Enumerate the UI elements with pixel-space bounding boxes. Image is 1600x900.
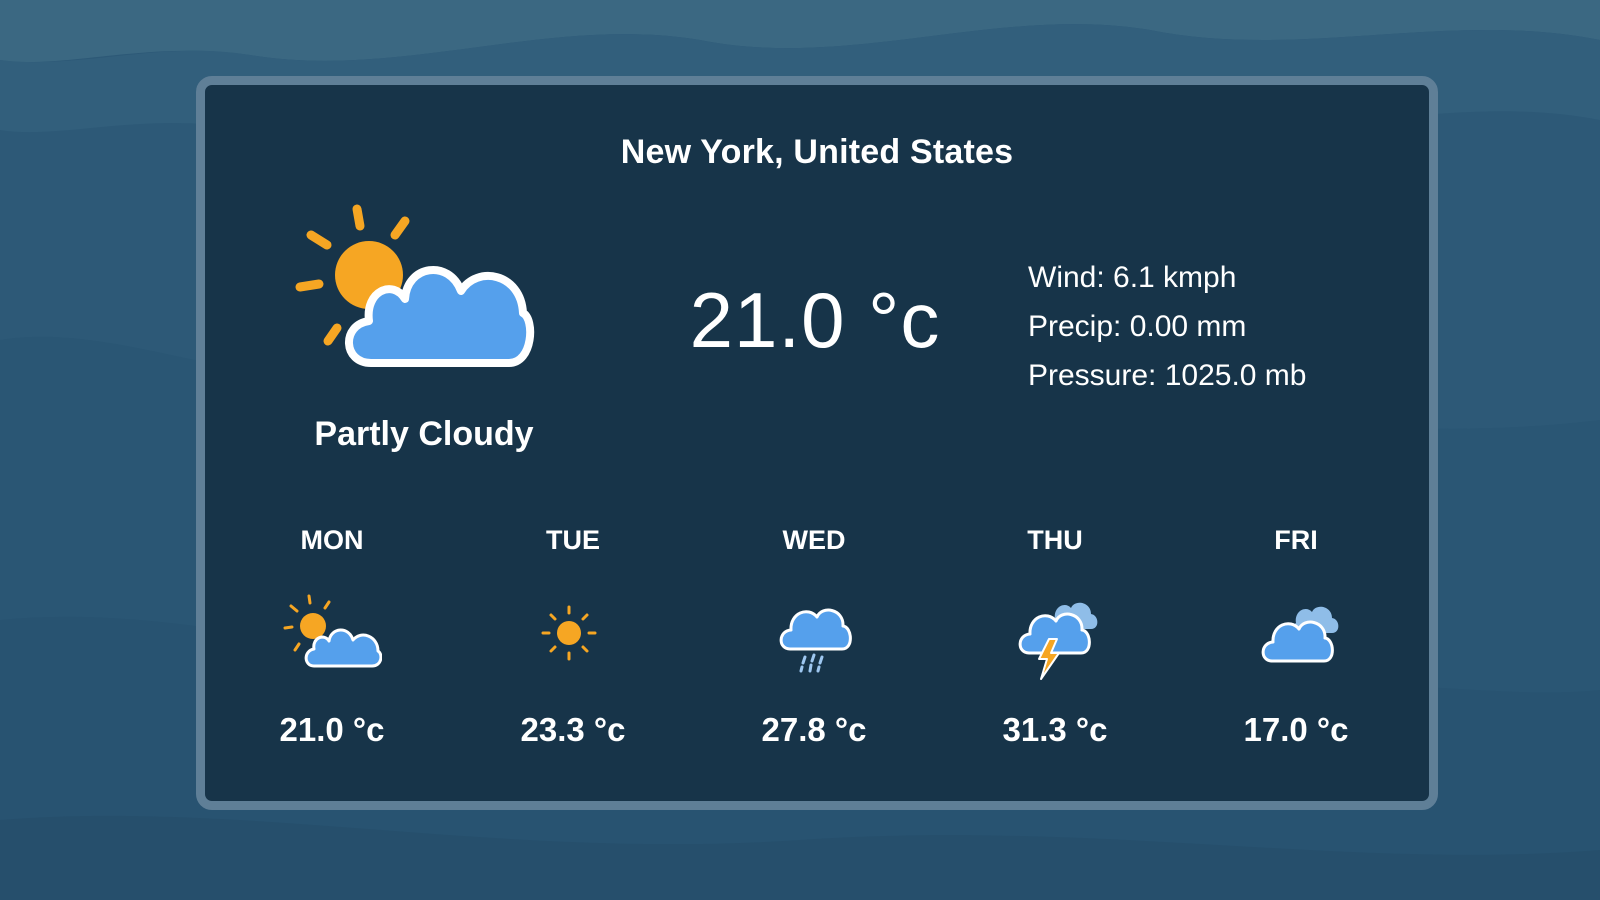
- forecast-day-name: WED: [782, 525, 846, 555]
- weather-details: Wind: 6.1 kmph Precip: 0.00 mm Pressure:…: [1028, 253, 1306, 400]
- forecast-day-name: THU: [1027, 525, 1083, 555]
- sunny-icon: [541, 605, 597, 661]
- forecast-temp: 23.3 °c: [520, 711, 626, 748]
- condition-label: Partly Cloudy: [314, 415, 534, 453]
- forecast-day-name: TUE: [546, 525, 600, 555]
- forecast-temp: 31.3 °c: [1002, 711, 1108, 748]
- forecast-day-fri: FRI 17.0 °c: [1186, 525, 1406, 775]
- cloudy-icon: [1261, 606, 1339, 663]
- forecast-temp: 17.0 °c: [1243, 711, 1349, 748]
- forecast-day-name: MON: [300, 525, 364, 555]
- partly-cloudy-icon: [295, 204, 535, 367]
- pressure-value: Pressure: 1025.0 mb: [1028, 359, 1307, 392]
- forecast-day-thu: THU 31.3 °c: [945, 525, 1165, 775]
- weather-card: New York, United States Partly Cloudy 21…: [196, 76, 1438, 810]
- forecast-temp: 21.0 °c: [279, 711, 385, 748]
- forecast-day-wed: WED 27.8 °c: [704, 525, 924, 775]
- rain-icon: [779, 608, 852, 673]
- forecast-day-tue: TUE 23.3 °c: [463, 525, 683, 775]
- forecast-temp: 27.8 °c: [761, 711, 867, 748]
- current-temperature: 21.0 °c: [689, 276, 941, 364]
- forecast-row: MON 21.0 °c TUE 23.3 °c WED 27.8 °c THU …: [205, 525, 1429, 775]
- precip-value: Precip: 0.00 mm: [1028, 310, 1247, 343]
- forecast-day-name: FRI: [1274, 525, 1318, 555]
- location-title: New York, United States: [620, 133, 1014, 171]
- wind-value: Wind: 6.1 kmph: [1028, 261, 1237, 294]
- forecast-day-mon: MON 21.0 °c: [222, 525, 442, 775]
- partly-cloudy-icon: [283, 594, 382, 668]
- thunderstorm-icon: [1018, 602, 1098, 680]
